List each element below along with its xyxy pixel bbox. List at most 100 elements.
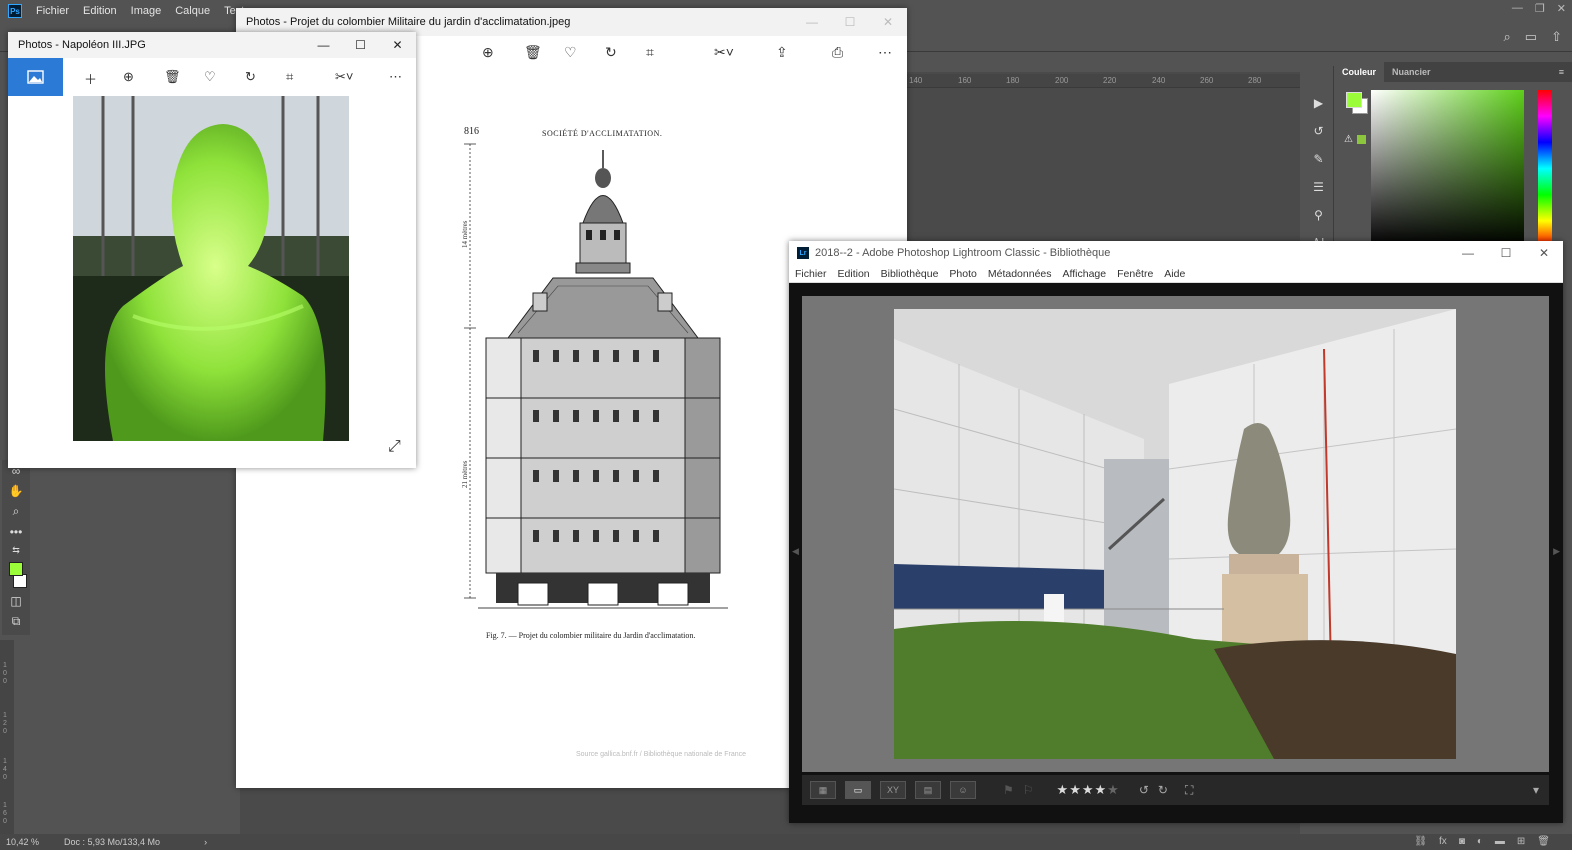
bust-photo <box>73 96 349 441</box>
ps-close-icon[interactable]: ✕ <box>1557 2 1566 15</box>
minimize-icon[interactable]: — <box>305 32 342 60</box>
hue-slider[interactable] <box>1538 90 1552 247</box>
statue-photo[interactable] <box>894 309 1456 759</box>
people-view-button[interactable]: ☺ <box>950 781 976 799</box>
star-rating[interactable]: ★★★★★ <box>1057 782 1120 798</box>
rating-star[interactable]: ★ <box>1107 782 1120 797</box>
search-icon[interactable]: ⌕ <box>1504 29 1511 45</box>
left-panel-toggle-icon[interactable]: ◀ <box>792 546 799 557</box>
fx-icon[interactable]: fx <box>1439 836 1447 847</box>
lr-menu-affichage[interactable]: Affichage <box>1063 268 1107 280</box>
ps-minimize-icon[interactable]: — <box>1512 2 1523 15</box>
lr-menu-metadonnees[interactable]: Métadonnées <box>988 268 1052 280</box>
favorite-icon[interactable]: ♡ <box>564 44 577 61</box>
fullscreen-icon[interactable]: ⤢ <box>388 438 401 456</box>
crop-overlay-icon[interactable]: ⛶ <box>1185 783 1193 798</box>
more-tools-icon[interactable]: ••• <box>10 525 23 539</box>
foreground-color-swatch[interactable] <box>9 562 23 576</box>
new-layer-icon[interactable]: ⊞ <box>1517 836 1525 847</box>
history-icon[interactable]: ↺ <box>1313 124 1323 138</box>
quick-mask-icon[interactable]: ◫ <box>10 594 21 608</box>
background-color-swatch[interactable] <box>13 574 27 588</box>
rotate-icon[interactable]: ↻ <box>605 44 617 61</box>
crop-icon[interactable]: ⌗ <box>286 69 293 85</box>
zoom-icon[interactable]: ⊕ <box>123 69 134 85</box>
adjustments-icon[interactable]: ☰ <box>1313 180 1324 194</box>
rating-star[interactable]: ★ <box>1069 782 1082 797</box>
share-icon[interactable]: ⇪ <box>776 44 788 61</box>
lr-menu-edition[interactable]: Edition <box>838 268 870 280</box>
minimize-icon[interactable]: — <box>793 8 831 36</box>
lr-menu-photo[interactable]: Photo <box>949 268 976 280</box>
ps-restore-icon[interactable]: ❐ <box>1535 2 1545 15</box>
toolbar-menu-icon[interactable]: ▾ <box>1533 783 1539 797</box>
print-icon[interactable]: ⎙ <box>832 44 843 61</box>
close-icon[interactable]: ✕ <box>869 8 907 36</box>
loupe-view-button[interactable]: ▭ <box>845 781 871 799</box>
zoom-level[interactable]: 10,42 % <box>6 837 58 847</box>
gallery-button[interactable] <box>8 58 63 96</box>
zoom-icon[interactable]: ⊕ <box>482 44 494 61</box>
lr-menu-fichier[interactable]: Fichier <box>795 268 827 280</box>
ps-menu-edition[interactable]: Edition <box>83 5 117 17</box>
clone-source-icon[interactable]: ⚲ <box>1314 208 1323 222</box>
survey-view-button[interactable]: ▤ <box>915 781 941 799</box>
maximize-icon[interactable]: ☐ <box>831 8 869 36</box>
reject-flag-icon[interactable]: ⚐ <box>1023 783 1034 797</box>
flag-icon[interactable]: ⚑ <box>1003 783 1014 797</box>
maximize-icon[interactable]: ☐ <box>1487 241 1525 269</box>
link-icon[interactable]: ⛓ <box>1414 836 1427 847</box>
ps-menu-calque[interactable]: Calque <box>175 5 210 17</box>
panel-menu-icon[interactable]: ≡ <box>1559 67 1564 77</box>
rating-star[interactable]: ★ <box>1095 782 1108 797</box>
close-icon[interactable]: ✕ <box>379 32 416 60</box>
title-bar[interactable]: Lr 2018--2 - Adobe Photoshop Lightroom C… <box>789 241 1563 265</box>
color-panel-foreground[interactable] <box>1346 92 1362 108</box>
add-icon[interactable]: ＋ <box>84 69 97 88</box>
mask-icon[interactable]: ◙ <box>1459 836 1465 847</box>
rotate-icon[interactable]: ↻ <box>245 69 256 85</box>
close-icon[interactable]: ✕ <box>1525 241 1563 269</box>
favorite-icon[interactable]: ♡ <box>204 69 216 85</box>
screen-mode-icon[interactable]: ⧉ <box>12 614 21 629</box>
tab-nuancier[interactable]: Nuancier <box>1384 67 1439 77</box>
lr-menu-aide[interactable]: Aide <box>1164 268 1185 280</box>
delete-icon[interactable]: 🗑 <box>524 44 542 61</box>
status-menu-arrow[interactable]: › <box>204 837 207 847</box>
right-panel-toggle-icon[interactable]: ▶ <box>1553 546 1560 557</box>
minimize-icon[interactable]: — <box>1449 241 1487 269</box>
share-icon[interactable]: ⇧ <box>1551 29 1562 45</box>
brush-icon[interactable]: ✎ <box>1313 152 1323 166</box>
zoom-tool-icon[interactable]: ⌕ <box>13 504 20 519</box>
ps-menu-fichier[interactable]: Fichier <box>36 5 69 17</box>
color-picker-field[interactable] <box>1371 90 1524 247</box>
rating-star[interactable]: ★ <box>1057 782 1070 797</box>
workspace-icon[interactable]: ▭ <box>1525 29 1537 45</box>
swap-colors-icon[interactable]: ⇆ <box>12 545 20 556</box>
lr-menu-bibliotheque[interactable]: Bibliothèque <box>881 268 939 280</box>
play-icon[interactable]: ▶ <box>1314 96 1323 110</box>
trash-icon[interactable]: 🗑 <box>1537 836 1550 847</box>
more-icon[interactable]: ⋯ <box>389 69 402 85</box>
hand-tool-icon[interactable]: ✋ <box>9 484 24 498</box>
gamut-swatch[interactable] <box>1356 135 1366 144</box>
crop-icon[interactable]: ⌗ <box>646 44 654 61</box>
lr-menu-fenetre[interactable]: Fenêtre <box>1117 268 1153 280</box>
title-bar[interactable]: Photos - Napoléon III.JPG — ☐ ✕ <box>8 32 416 58</box>
edit-icon[interactable]: ✂︎˅ <box>714 44 734 61</box>
grid-view-button[interactable]: ▦ <box>810 781 836 799</box>
gamut-warning[interactable]: ⚠ <box>1344 134 1366 145</box>
rotate-left-icon[interactable]: ↺ <box>1139 783 1149 797</box>
edit-icon[interactable]: ✂︎˅ <box>335 69 353 85</box>
folder-icon[interactable]: ▬ <box>1495 836 1505 847</box>
color-panel-swatches[interactable] <box>1346 92 1368 114</box>
rotate-right-icon[interactable]: ↻ <box>1158 783 1168 797</box>
delete-icon[interactable]: 🗑 <box>164 69 181 85</box>
rating-star[interactable]: ★ <box>1082 782 1095 797</box>
compare-view-button[interactable]: XY <box>880 781 906 799</box>
ps-menu-image[interactable]: Image <box>131 5 162 17</box>
maximize-icon[interactable]: ☐ <box>342 32 379 60</box>
more-icon[interactable]: ⋯ <box>878 44 892 61</box>
adjustment-layer-icon[interactable]: ◐ <box>1477 836 1483 847</box>
tab-couleur[interactable]: Couleur <box>1334 62 1385 82</box>
